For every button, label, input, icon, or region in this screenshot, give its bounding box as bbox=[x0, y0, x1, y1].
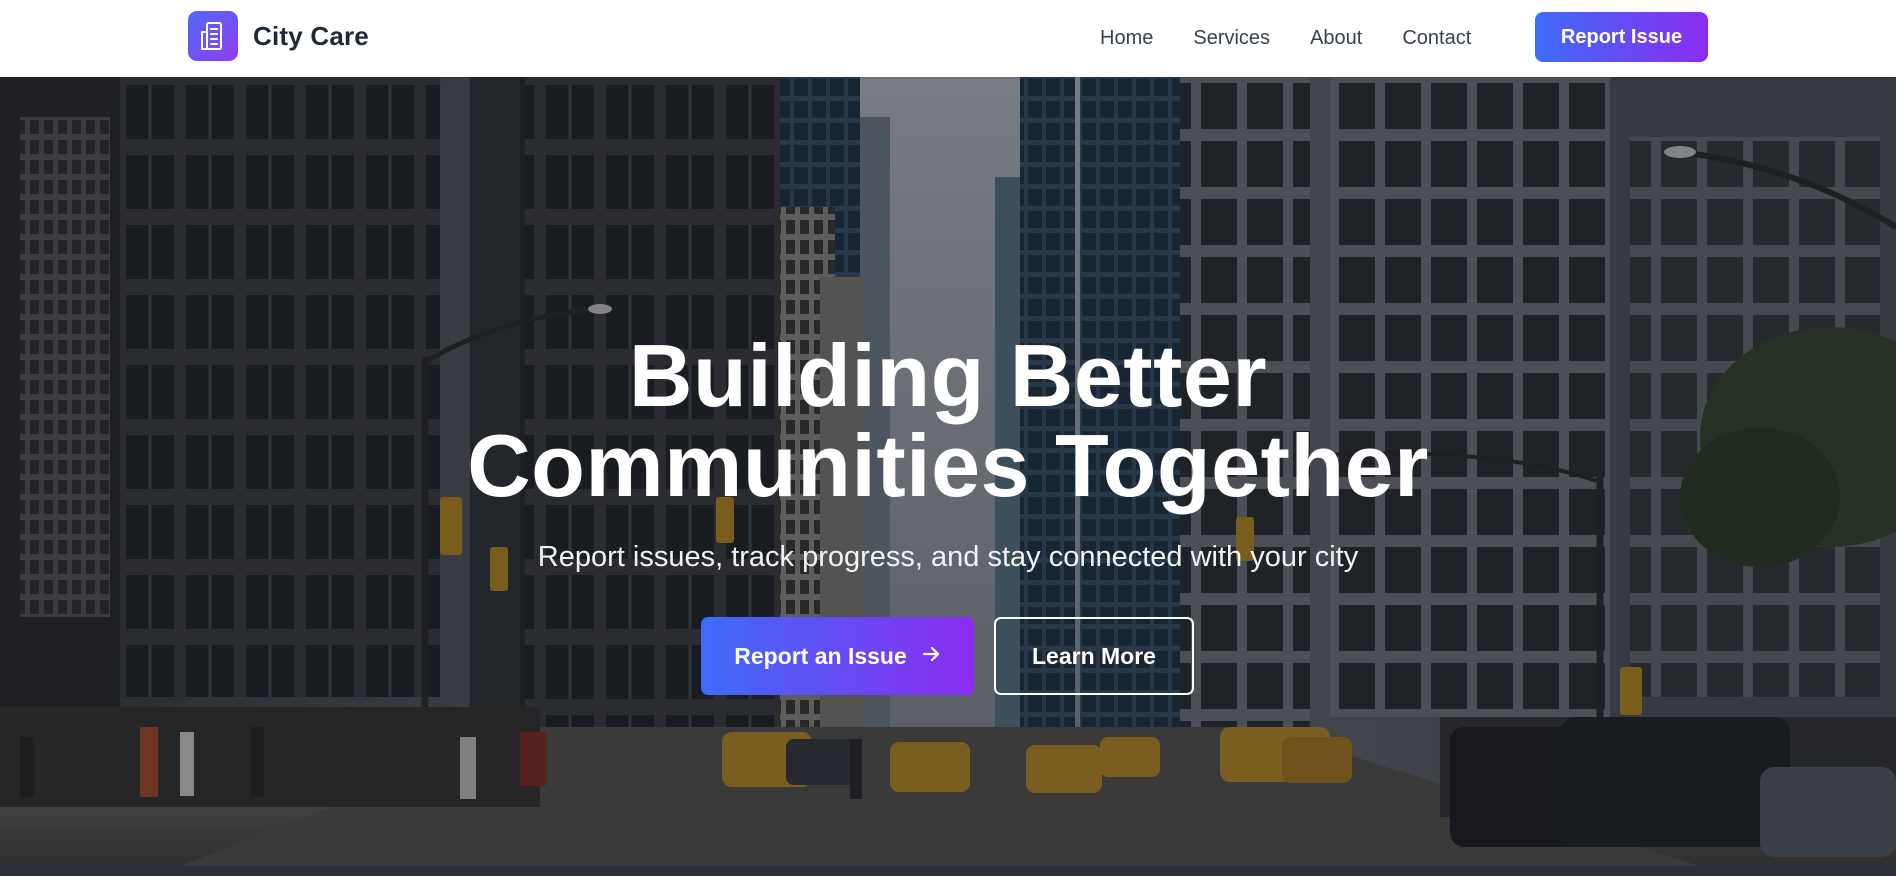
report-issue-button[interactable]: Report Issue bbox=[1535, 12, 1708, 62]
nav-link-about[interactable]: About bbox=[1310, 27, 1362, 50]
report-an-issue-button[interactable]: Report an Issue bbox=[701, 617, 974, 695]
hero-section: Building Better Communities Together Rep… bbox=[0, 77, 1896, 866]
arrow-right-icon bbox=[921, 643, 941, 670]
hero-title-line-1: Building Better bbox=[628, 326, 1268, 425]
learn-more-button[interactable]: Learn More bbox=[994, 617, 1194, 695]
hero-content: Building Better Communities Together Rep… bbox=[0, 77, 1896, 866]
brand-link[interactable]: City Care bbox=[188, 11, 369, 61]
brand-name: City Care bbox=[253, 20, 369, 51]
main-nav: Home Services About Contact bbox=[1100, 0, 1471, 77]
nav-link-contact[interactable]: Contact bbox=[1402, 27, 1471, 50]
top-navbar: City Care Home Services About Contact Re… bbox=[0, 0, 1896, 77]
page-bottom-edge bbox=[0, 866, 1896, 876]
building-icon bbox=[188, 11, 238, 61]
hero-title: Building Better Communities Together bbox=[0, 331, 1896, 511]
report-an-issue-label: Report an Issue bbox=[734, 642, 907, 669]
nav-link-services[interactable]: Services bbox=[1193, 27, 1270, 50]
nav-link-home[interactable]: Home bbox=[1100, 27, 1153, 50]
hero-title-line-2: Communities Together bbox=[467, 416, 1429, 515]
hero-subtitle: Report issues, track progress, and stay … bbox=[537, 541, 1359, 573]
